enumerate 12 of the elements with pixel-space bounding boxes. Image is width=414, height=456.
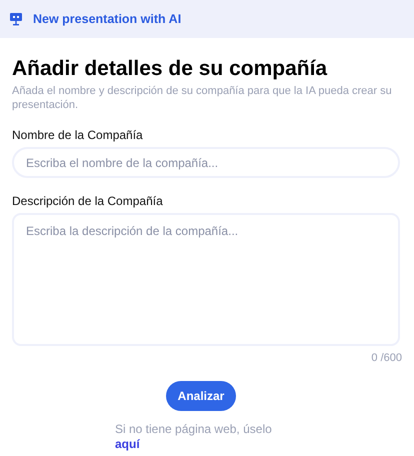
name-input-field[interactable]: Escriba el nombre de la compañía...	[12, 147, 400, 178]
footer-note: Si no tiene página web, úselo aquí	[115, 422, 273, 452]
description-text-area[interactable]: Escriba la descripción de la compañía...	[12, 213, 400, 346]
character-counter: 0 /600	[371, 352, 402, 364]
page-heading: Añadir detalles de su compañía	[12, 56, 328, 82]
header-title: New presentation with AI	[33, 12, 182, 26]
here-link[interactable]: aquí	[115, 437, 140, 451]
presentation-icon	[9, 12, 23, 26]
analyze-button[interactable]: Analizar	[166, 381, 236, 411]
field-label: Descripción de la Compañía	[12, 194, 164, 208]
page-subtitle: Añada el nombre y descripción de su compañía para que la IA pueda crear su presentación.	[12, 84, 393, 112]
field-label: Nombre de la Compañía	[12, 128, 144, 142]
